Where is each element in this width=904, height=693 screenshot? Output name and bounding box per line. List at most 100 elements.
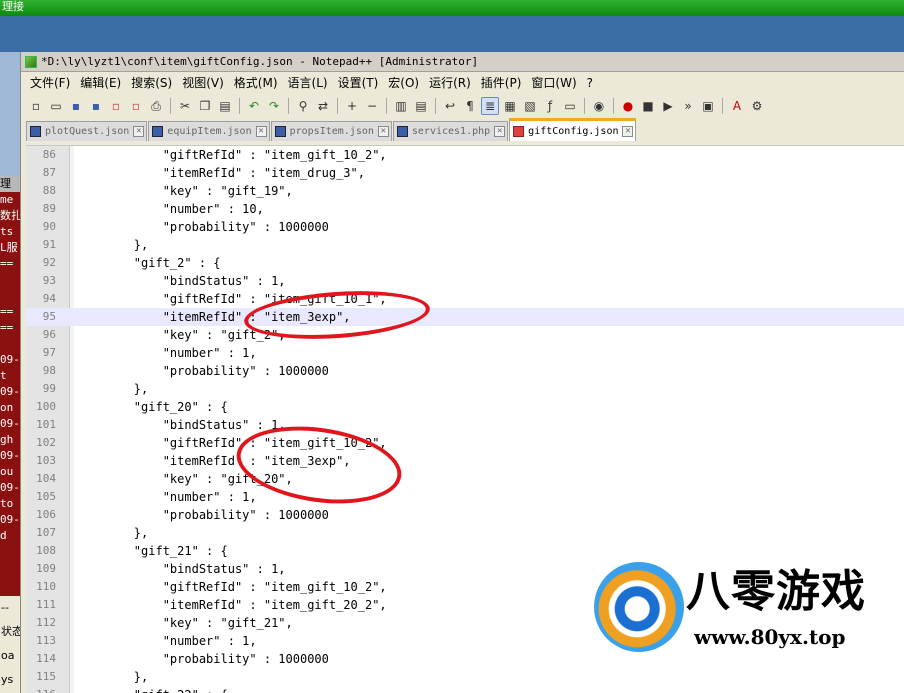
console-line: 09- bbox=[0, 385, 20, 398]
zoom-out-icon[interactable]: − bbox=[363, 97, 381, 115]
function-list-icon[interactable]: ƒ bbox=[541, 97, 559, 115]
tab-close-icon[interactable]: ✕ bbox=[133, 126, 145, 137]
paste-icon[interactable]: ▤ bbox=[216, 97, 234, 115]
tab-close-icon[interactable]: ✕ bbox=[255, 126, 267, 137]
zoom-in-icon[interactable]: + bbox=[343, 97, 361, 115]
window-titlebar[interactable]: *D:\ly\lyzt1\conf\item\giftConfig.json -… bbox=[21, 52, 904, 72]
sync-h-icon[interactable]: ▤ bbox=[412, 97, 430, 115]
code-line: 103 "itemRefId" : "item_3exp", bbox=[26, 452, 904, 470]
print-icon[interactable]: ⎙ bbox=[147, 97, 165, 115]
console-line: L服 bbox=[0, 241, 18, 254]
open-file-icon[interactable]: ▭ bbox=[47, 97, 65, 115]
tool-icon[interactable]: ⚙ bbox=[748, 97, 766, 115]
menu-item[interactable]: ? bbox=[582, 72, 598, 94]
watermark: 八零游戏 www.80yx.top bbox=[594, 560, 904, 660]
doc-map-icon[interactable]: ▧ bbox=[521, 97, 539, 115]
code-text: "bindStatus" : 1, bbox=[76, 418, 286, 432]
console-line: 09- bbox=[0, 417, 20, 430]
replace-icon[interactable]: ⇄ bbox=[314, 97, 332, 115]
code-line: 97 "number" : 1, bbox=[26, 344, 904, 362]
close-icon[interactable]: ▫ bbox=[107, 97, 125, 115]
play-macro-icon[interactable]: ▶ bbox=[659, 97, 677, 115]
tab-equipItem-json[interactable]: equipItem.json ✕ bbox=[148, 121, 270, 141]
console-line: ou bbox=[0, 465, 14, 478]
code-line: 107 }, bbox=[26, 524, 904, 542]
stop-macro-icon[interactable]: ■ bbox=[639, 97, 657, 115]
menu-item[interactable]: 文件(F) bbox=[25, 72, 75, 94]
code-text: "number" : 10, bbox=[76, 202, 264, 216]
menu-item[interactable]: 宏(O) bbox=[383, 72, 424, 94]
console-line: to bbox=[0, 497, 14, 510]
code-text: "number" : 1, bbox=[76, 634, 257, 648]
menu-bar: 文件(F) 编辑(E) 搜索(S) 视图(V) 格式(M) 语言(L) 设置(T) 宏(O) 运… bbox=[21, 72, 904, 94]
console-line: 09- bbox=[0, 481, 20, 494]
code-line: 93 "bindStatus" : 1, bbox=[26, 272, 904, 290]
cut-icon[interactable]: ✂ bbox=[176, 97, 194, 115]
status-line: oa bbox=[1, 649, 15, 662]
tab-label: giftConfig.json bbox=[528, 125, 619, 137]
status-line: ys bbox=[1, 673, 14, 686]
indent-guide-icon[interactable]: ≣ bbox=[481, 97, 499, 115]
redo-icon[interactable]: ↷ bbox=[265, 97, 283, 115]
line-number: 108 bbox=[36, 544, 56, 557]
line-number: 98 bbox=[42, 364, 56, 377]
menu-item[interactable]: 插件(P) bbox=[476, 72, 527, 94]
code-line: 102 "giftRefId" : "item_gift_10_2", bbox=[26, 434, 904, 452]
menu-item[interactable]: 语言(L) bbox=[283, 72, 333, 94]
undo-icon[interactable]: ↶ bbox=[245, 97, 263, 115]
code-line: 106 "probability" : 1000000 bbox=[26, 506, 904, 524]
menu-item[interactable]: 设置(T) bbox=[333, 72, 384, 94]
run-macro-multiple-icon[interactable]: » bbox=[679, 97, 697, 115]
line-number: 105 bbox=[36, 490, 56, 503]
line-number: 89 bbox=[42, 202, 56, 215]
close-all-icon[interactable]: ▫ bbox=[127, 97, 145, 115]
word-wrap-icon[interactable]: ↩ bbox=[441, 97, 459, 115]
code-line: 88 "key" : "gift_19", bbox=[26, 182, 904, 200]
folder-workspace-icon[interactable]: ▭ bbox=[561, 97, 579, 115]
line-number: 97 bbox=[42, 346, 56, 359]
code-text: "giftRefId" : "item_gift_10_2", bbox=[76, 436, 387, 450]
new-file-icon[interactable]: ▫ bbox=[27, 97, 45, 115]
copy-icon[interactable]: ❐ bbox=[196, 97, 214, 115]
tab-close-icon[interactable]: ✕ bbox=[622, 125, 634, 137]
swirl-logo-icon bbox=[594, 562, 684, 652]
save-icon[interactable]: ▪ bbox=[67, 97, 85, 115]
find-icon[interactable]: ⚲ bbox=[294, 97, 312, 115]
user-lang-icon[interactable]: ▦ bbox=[501, 97, 519, 115]
background-status-panel: -- 状态 oa ys bbox=[0, 596, 20, 693]
menu-item[interactable]: 编辑(E) bbox=[75, 72, 126, 94]
sync-v-icon[interactable]: ▥ bbox=[392, 97, 410, 115]
menu-item[interactable]: 窗口(W) bbox=[526, 72, 581, 94]
monitor-icon[interactable]: ◉ bbox=[590, 97, 608, 115]
line-number: 91 bbox=[42, 238, 56, 251]
save-macro-icon[interactable]: ▣ bbox=[699, 97, 717, 115]
console-line: t bbox=[0, 369, 7, 382]
file-save-state-icon bbox=[274, 126, 286, 137]
window-title: *D:\ly\lyzt1\conf\item\giftConfig.json -… bbox=[41, 54, 479, 68]
record-macro-icon[interactable]: ● bbox=[619, 97, 637, 115]
line-number: 86 bbox=[42, 148, 56, 161]
tab-close-icon[interactable]: ✕ bbox=[377, 126, 389, 137]
notepad-app-icon bbox=[25, 55, 37, 68]
spell-check-icon[interactable]: A bbox=[728, 97, 746, 115]
console-line: 09- bbox=[0, 449, 20, 462]
watermark-title: 八零游戏 bbox=[686, 566, 866, 617]
menu-item[interactable]: 格式(M) bbox=[229, 72, 283, 94]
code-line: 115 }, bbox=[26, 668, 904, 686]
all-chars-icon[interactable]: ¶ bbox=[461, 97, 479, 115]
desktop-strip bbox=[0, 16, 904, 52]
menu-item[interactable]: 视图(V) bbox=[177, 72, 229, 94]
background-window-title: 理接 bbox=[0, 0, 904, 16]
save-all-icon[interactable]: ▪ bbox=[87, 97, 105, 115]
tab-services1-php[interactable]: services1.php ✕ bbox=[392, 121, 509, 141]
status-line: -- bbox=[1, 601, 9, 614]
menu-item[interactable]: 运行(R) bbox=[424, 72, 476, 94]
tab-plotQuest-json[interactable]: plotQuest.json ✕ bbox=[26, 121, 148, 141]
tab-propsItem-json[interactable]: propsItem.json ✕ bbox=[270, 121, 392, 141]
tab-giftConfig-json[interactable]: giftConfig.json ✕ bbox=[509, 118, 637, 141]
menu-item[interactable]: 搜索(S) bbox=[126, 72, 177, 94]
code-text: "giftRefId" : "item_gift_10_1", bbox=[76, 292, 387, 306]
tab-close-icon[interactable]: ✕ bbox=[494, 126, 506, 137]
code-line: 87 "itemRefId" : "item_drug_3", bbox=[26, 164, 904, 182]
code-line: 116 "gift_22" : { bbox=[26, 686, 904, 693]
